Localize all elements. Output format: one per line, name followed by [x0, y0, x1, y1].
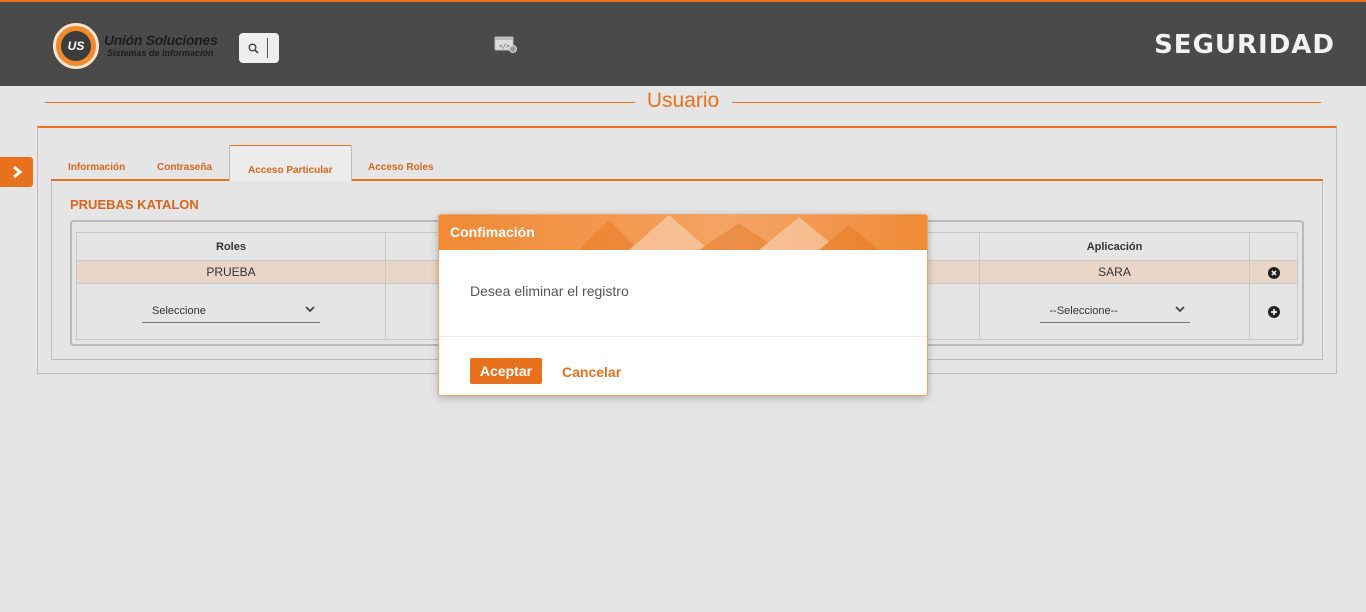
- dialog-header: Confimación: [439, 215, 927, 250]
- brand-name: Unión Soluciones: [104, 32, 218, 48]
- search-button[interactable]: [239, 33, 279, 63]
- logo-text: US: [61, 31, 91, 61]
- svg-text:</>: </>: [499, 43, 510, 50]
- chevron-down-icon: [305, 305, 315, 312]
- app-title: SEGURIDAD: [1154, 30, 1335, 60]
- cell-rol: PRUEBA: [76, 260, 386, 284]
- aplicacion-select-value: --Seleccione--: [1049, 304, 1118, 317]
- aplicacion-select[interactable]: --Seleccione--: [1039, 301, 1190, 323]
- cell-delete: [1249, 260, 1298, 284]
- chevron-right-icon: [12, 165, 22, 179]
- rol-select-value: Seleccione: [152, 304, 206, 317]
- developer-settings-icon[interactable]: </>: [494, 36, 518, 54]
- top-header: US Unión Soluciones Sistemas de Informac…: [0, 0, 1366, 86]
- cancel-button[interactable]: Cancelar: [562, 364, 621, 380]
- cell-aplicacion-select: --Seleccione--: [979, 283, 1250, 340]
- cell-aplicacion: SARA: [979, 260, 1250, 284]
- sidebar-toggle-button[interactable]: [0, 157, 33, 187]
- column-header-actions: [1249, 232, 1298, 261]
- chevron-down-icon: [1174, 305, 1185, 312]
- page-title-text: Usuario: [634, 89, 732, 112]
- header-pattern: [579, 215, 879, 250]
- tab-acceso-roles[interactable]: Acceso Roles: [368, 162, 434, 173]
- column-header-aplicacion: Aplicación: [979, 232, 1250, 261]
- tab-bar: Información Contraseña Acceso Particular…: [51, 145, 1323, 183]
- company-logo[interactable]: US: [53, 23, 99, 69]
- tab-contrasena[interactable]: Contraseña: [157, 162, 212, 173]
- dialog-message: Desea eliminar el registro: [470, 283, 629, 299]
- cell-rol-select: Seleccione: [76, 283, 386, 340]
- dialog-title: Confimación: [450, 224, 535, 240]
- delete-row-icon[interactable]: [1267, 266, 1280, 279]
- brand-text: Unión Soluciones Sistemas de Información: [104, 32, 218, 59]
- brand-tagline: Sistemas de Información: [107, 48, 214, 58]
- tab-acceso-particular[interactable]: Acceso Particular: [229, 145, 352, 183]
- tab-informacion[interactable]: Información: [68, 162, 125, 173]
- search-icon: [248, 43, 259, 54]
- column-header-roles: Roles: [76, 232, 386, 261]
- add-row-icon[interactable]: [1267, 306, 1280, 319]
- user-name: PRUEBAS KATALON: [70, 197, 199, 212]
- rol-select[interactable]: Seleccione: [142, 301, 320, 323]
- page-title: Usuario: [0, 89, 1366, 113]
- dialog-body: Desea eliminar el registro: [439, 250, 927, 337]
- accept-button[interactable]: Aceptar: [470, 358, 542, 384]
- cell-add: [1249, 283, 1298, 340]
- confirmation-dialog: Confimación Desea eliminar el registro A…: [438, 214, 928, 396]
- text-cursor: [267, 38, 268, 58]
